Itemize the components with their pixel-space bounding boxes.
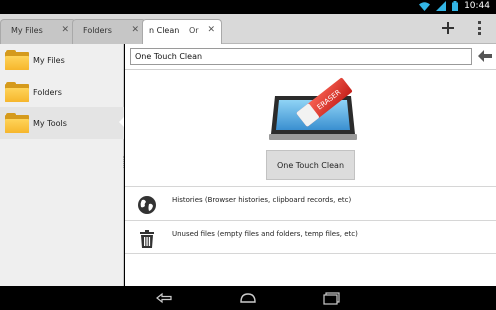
globe-icon (138, 196, 156, 214)
sidebar: My Files Folders My Tools (0, 44, 124, 286)
tab-label: Folders (83, 26, 112, 35)
close-icon[interactable]: ✕ (131, 25, 139, 35)
sidebar-item-label: My Files (33, 55, 65, 65)
trash-icon (140, 230, 154, 248)
close-icon[interactable]: ✕ (207, 25, 215, 35)
divider (125, 69, 496, 70)
signal-icon (436, 1, 447, 11)
folder-icon (5, 50, 29, 70)
tab-one-touch-clean[interactable]: n Clean Or ✕ (142, 19, 222, 44)
wifi-icon (419, 1, 431, 11)
sidebar-item-label: My Tools (33, 118, 67, 128)
plus-icon[interactable] (440, 20, 456, 36)
eraser-laptop-icon: ERASER (269, 78, 357, 140)
sidebar-item-my-tools[interactable]: My Tools (0, 107, 124, 139)
back-icon[interactable] (155, 291, 175, 305)
system-nav-bar (0, 286, 496, 310)
back-arrow-icon[interactable] (477, 49, 493, 63)
tab-bar: My Files ✕ Folders ✕ n Clean Or ✕ (0, 14, 496, 44)
list-item-label: Histories (Browser histories, clipboard … (172, 196, 352, 204)
close-icon[interactable]: ✕ (61, 25, 69, 35)
list-item-histories[interactable]: Histories (Browser histories, clipboard … (125, 186, 496, 220)
tab-label: My Files (11, 26, 43, 35)
recent-apps-icon[interactable] (322, 291, 342, 305)
sidebar-item-my-files[interactable]: My Files (0, 44, 124, 76)
sidebar-item-folders[interactable]: Folders (0, 76, 124, 108)
overflow-menu-icon[interactable] (478, 21, 482, 35)
tab-label-overflow: Or (189, 26, 199, 35)
path-field[interactable]: One Touch Clean (130, 48, 472, 65)
list-item-label: Unused files (empty files and folders, t… (172, 230, 358, 238)
home-icon[interactable] (238, 291, 258, 305)
tab-my-files[interactable]: My Files ✕ (0, 19, 76, 44)
main-panel: One Touch Clean ERASER One Touch Clean H… (125, 44, 496, 286)
status-clock: 10:44 (464, 1, 490, 11)
status-bar: 10:44 (0, 0, 496, 14)
sidebar-item-label: Folders (33, 87, 62, 97)
folder-icon (5, 113, 29, 133)
one-touch-clean-button[interactable]: One Touch Clean (266, 150, 355, 180)
battery-icon (452, 1, 459, 11)
tab-label: n Clean (149, 26, 180, 35)
list-item-unused-files[interactable]: Unused files (empty files and folders, t… (125, 220, 496, 254)
tab-folders[interactable]: Folders ✕ (72, 19, 146, 44)
folder-icon (5, 82, 29, 102)
